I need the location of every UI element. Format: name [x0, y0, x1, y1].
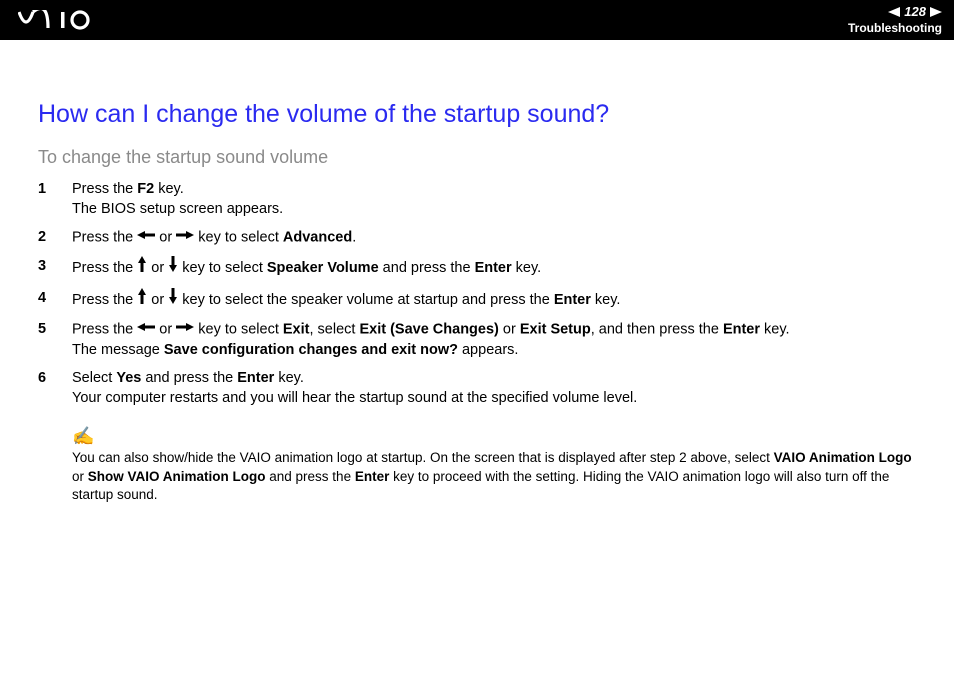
note-block: ✍ You can also show/hide the VAIO animat…	[38, 426, 916, 504]
note-icon: ✍	[72, 426, 916, 447]
arrow-up-icon	[137, 256, 147, 279]
section-label: Troubleshooting	[848, 22, 942, 35]
arrow-left-icon	[137, 227, 155, 247]
arrow-right-icon	[176, 319, 194, 339]
vaio-logo	[18, 10, 110, 30]
arrow-down-icon	[168, 288, 178, 311]
page-number: 128	[904, 5, 926, 19]
header-bar: 128 Troubleshooting	[0, 0, 954, 40]
header-right: 128 Troubleshooting	[848, 5, 942, 34]
page-subtitle: To change the startup sound volume	[38, 147, 916, 168]
next-page-icon[interactable]	[930, 7, 942, 17]
arrow-left-icon	[137, 319, 155, 339]
step-2: Press the or key to select Advanced.	[38, 228, 916, 248]
note-text: You can also show/hide the VAIO animatio…	[72, 449, 916, 504]
step-list: Press the F2 key. The BIOS setup screen …	[38, 180, 916, 408]
step-3: Press the or key to select Speaker Volum…	[38, 257, 916, 280]
arrow-down-icon	[168, 256, 178, 279]
prev-page-icon[interactable]	[888, 7, 900, 17]
content-area: How can I change the volume of the start…	[0, 40, 954, 524]
arrow-right-icon	[176, 227, 194, 247]
arrow-up-icon	[137, 288, 147, 311]
step-5: Press the or key to select Exit, select …	[38, 320, 916, 360]
page-title: How can I change the volume of the start…	[38, 100, 916, 129]
page-nav: 128	[888, 5, 942, 19]
step-6: Select Yes and press the Enter key. Your…	[38, 369, 916, 408]
step-1: Press the F2 key. The BIOS setup screen …	[38, 180, 916, 219]
step-4: Press the or key to select the speaker v…	[38, 289, 916, 312]
